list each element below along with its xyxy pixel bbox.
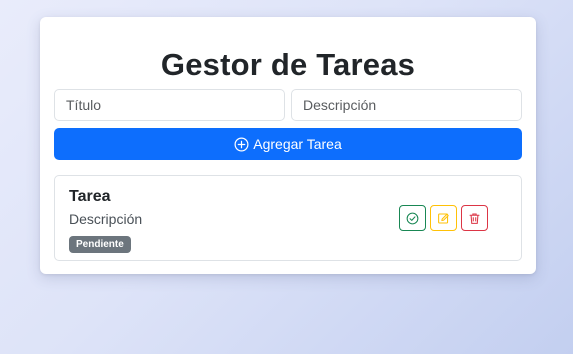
add-task-label: Agregar Tarea: [253, 136, 342, 152]
description-input[interactable]: [291, 89, 522, 121]
task-description: Descripción: [69, 211, 143, 227]
complete-task-button[interactable]: [399, 205, 426, 231]
delete-task-button[interactable]: [461, 205, 488, 231]
task-manager-card: Gestor de Tareas Agregar Tarea Tarea Des…: [40, 17, 536, 274]
task-title: Tarea: [69, 188, 111, 205]
status-badge: Pendiente: [69, 236, 131, 253]
plus-circle-icon: [234, 137, 249, 152]
add-task-button[interactable]: Agregar Tarea: [54, 128, 522, 160]
task-actions: [399, 205, 488, 231]
task-item: Tarea Descripción Pendiente: [54, 175, 522, 261]
edit-task-button[interactable]: [430, 205, 457, 231]
edit-icon: [437, 212, 450, 225]
check-circle-icon: [406, 212, 419, 225]
title-input[interactable]: [54, 89, 285, 121]
page-title: Gestor de Tareas: [160, 47, 416, 82]
trash-icon: [468, 212, 481, 225]
